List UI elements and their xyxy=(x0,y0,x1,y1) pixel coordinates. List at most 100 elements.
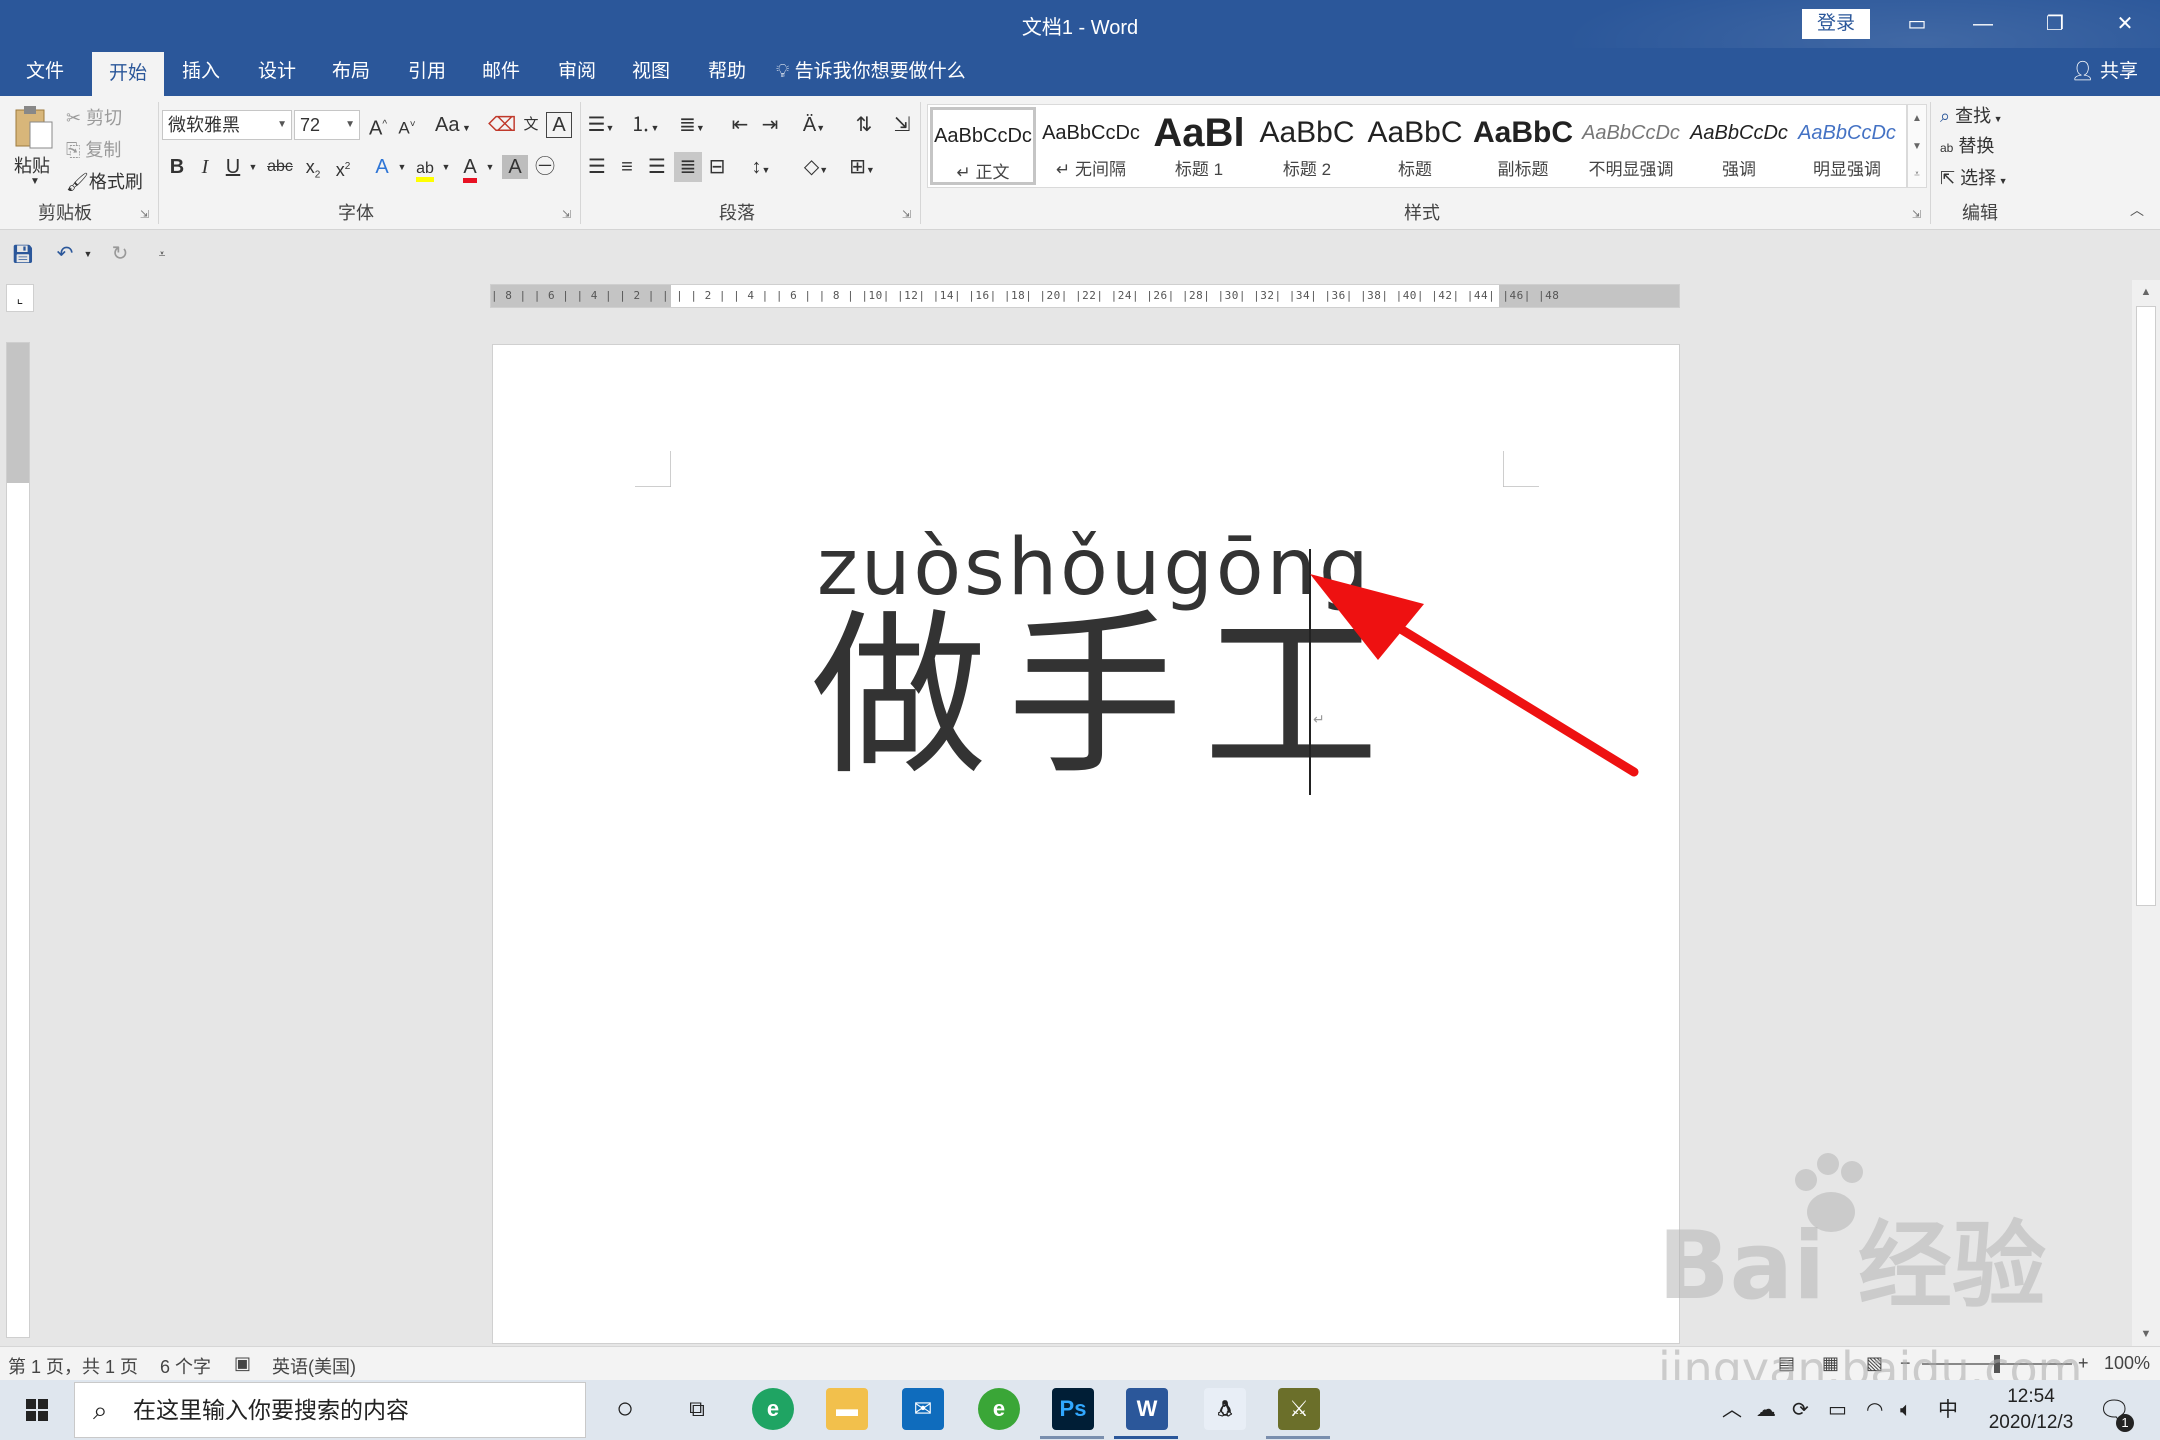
character-border-icon[interactable]: A xyxy=(546,112,572,138)
align-right-icon[interactable]: ☰ xyxy=(644,152,670,182)
numbering-icon[interactable]: ⒈▼ xyxy=(628,110,662,140)
line-spacing-icon[interactable]: ↕▼ xyxy=(742,152,780,182)
paragraph-launcher-icon[interactable]: ⇲ xyxy=(902,208,911,221)
subscript-icon[interactable]: x2 xyxy=(300,152,326,182)
tab-insert[interactable]: 插入 xyxy=(168,48,234,96)
show-formatting-marks-icon[interactable]: ⇲ xyxy=(888,110,916,140)
shading-icon[interactable]: ◇▼ xyxy=(796,152,836,182)
character-shading-icon[interactable]: A xyxy=(502,155,528,179)
onedrive-icon[interactable]: ☁ xyxy=(1756,1380,1776,1440)
wifi-icon[interactable]: ◠ xyxy=(1866,1380,1883,1440)
text-effects-icon[interactable]: A xyxy=(368,152,396,182)
increase-indent-icon[interactable]: ⇥ xyxy=(756,110,784,140)
bold-icon[interactable]: B xyxy=(166,152,188,182)
ie-browser-icon[interactable]: e xyxy=(978,1388,1020,1430)
scroll-up-icon[interactable]: ▲ xyxy=(2132,280,2160,304)
bullets-icon[interactable]: ☰▼ xyxy=(584,110,618,140)
battery-icon[interactable]: ▭ xyxy=(1828,1380,1847,1440)
clipboard-launcher-icon[interactable]: ⇲ xyxy=(140,208,149,221)
paste-dropdown-icon[interactable]: ▼ xyxy=(30,176,40,187)
font-color-icon[interactable]: A xyxy=(456,152,484,183)
style-subtitle[interactable]: AaBbC 副标题 xyxy=(1470,107,1576,185)
scrollbar-thumb[interactable] xyxy=(2136,306,2156,906)
highlight-dropdown-icon[interactable]: ▼ xyxy=(440,152,452,182)
tab-references[interactable]: 引用 xyxy=(394,48,460,96)
word-icon[interactable]: W xyxy=(1126,1388,1168,1430)
system-clock[interactable]: 12:54 2020/12/3 xyxy=(1966,1384,2096,1436)
align-left-icon[interactable]: ☰ xyxy=(584,152,610,182)
more-styles-icon[interactable]: ⩡ xyxy=(1908,161,1926,189)
windows-start-icon[interactable] xyxy=(12,1388,62,1432)
tell-me-box[interactable]: 💡︎ 告诉我你想要做什么 xyxy=(776,48,966,96)
borders-icon[interactable]: ⊞▼ xyxy=(842,152,882,182)
underline-icon[interactable]: U xyxy=(222,152,244,182)
taskbar-search-box[interactable]: ⌕ 在这里输入你要搜索的内容 xyxy=(74,1382,586,1438)
page-count[interactable]: 第 1 页，共 1 页 xyxy=(8,1353,138,1379)
style-subtle-emphasis[interactable]: AaBbCcDc 不明显强调 xyxy=(1578,107,1684,185)
qq-icon[interactable]: 🐧︎ xyxy=(1204,1388,1246,1430)
undo-dropdown-icon[interactable]: ▼ xyxy=(82,239,94,269)
find-button[interactable]: ⌕ 查找 ▼ xyxy=(1940,102,2003,128)
select-button[interactable]: ⇱ 选择 ▼ xyxy=(1940,164,2008,190)
redo-icon[interactable]: ↻ xyxy=(106,239,134,269)
copy-button[interactable]: ⎘ 复制 xyxy=(66,136,121,162)
grow-font-icon[interactable]: A^ xyxy=(364,110,392,140)
customize-qat-icon[interactable]: ⩡ xyxy=(152,239,172,269)
style-normal[interactable]: AaBbCcDc ↵ 正文 xyxy=(930,107,1036,185)
superscript-icon[interactable]: x2 xyxy=(330,152,356,182)
tab-file[interactable]: 文件 xyxy=(12,48,78,96)
style-intense-emphasis[interactable]: AaBbCcDc 明显强调 xyxy=(1794,107,1900,185)
align-center-icon[interactable]: ≡ xyxy=(614,152,640,182)
style-title[interactable]: AaBbC 标题 xyxy=(1362,107,1468,185)
word-count[interactable]: 6 个字 xyxy=(160,1353,211,1379)
font-color-dropdown-icon[interactable]: ▼ xyxy=(484,152,496,182)
distributed-icon[interactable]: ⊟ xyxy=(704,152,730,182)
style-heading-2[interactable]: AaBbC 标题 2 xyxy=(1254,107,1360,185)
style-heading-1[interactable]: AaBl 标题 1 xyxy=(1146,107,1252,185)
change-case-button[interactable]: Aa ▼ xyxy=(432,110,474,140)
vertical-scrollbar[interactable]: ▲ ▼ xyxy=(2132,280,2160,1346)
scroll-down-icon[interactable]: ▼ xyxy=(1908,133,1926,161)
italic-icon[interactable]: I xyxy=(194,152,216,182)
minimize-icon[interactable]: — xyxy=(1950,0,2016,48)
cut-button[interactable]: ✂ 剪切 xyxy=(66,104,122,130)
tab-review[interactable]: 审阅 xyxy=(544,48,610,96)
scroll-up-icon[interactable]: ▲ xyxy=(1908,105,1926,133)
replace-button[interactable]: ab 替换 xyxy=(1940,132,1994,158)
task-view-icon[interactable]: ⧉ xyxy=(676,1388,718,1430)
vertical-ruler[interactable] xyxy=(6,342,30,1338)
styles-launcher-icon[interactable]: ⇲ xyxy=(1912,208,1921,221)
document-page[interactable]: zuòshǒugōng 做手工 ↵ xyxy=(492,344,1680,1344)
language-indicator[interactable]: 英语(美国) xyxy=(272,1353,356,1379)
highlight-icon[interactable]: ab xyxy=(410,152,440,182)
underline-dropdown-icon[interactable]: ▼ xyxy=(246,152,260,182)
decrease-indent-icon[interactable]: ⇤ xyxy=(726,110,754,140)
file-explorer-icon[interactable]: ▬ xyxy=(826,1388,868,1430)
ribbon-display-options-icon[interactable]: ▭ xyxy=(1884,0,1950,48)
mail-icon[interactable]: ✉ xyxy=(902,1388,944,1430)
undo-icon[interactable]: ↶ xyxy=(50,239,80,269)
scroll-down-icon[interactable]: ▼ xyxy=(2132,1322,2160,1346)
login-button[interactable]: 登录 xyxy=(1802,9,1870,39)
share-button[interactable]: 👤︎ 共享 xyxy=(2071,48,2138,96)
strikethrough-icon[interactable]: abc xyxy=(264,152,296,182)
sync-icon[interactable]: ⟳ xyxy=(1792,1380,1809,1440)
horizontal-ruler[interactable]: | 8 | | 6 | | 4 | | 2 | | | | 2 | | 4 | … xyxy=(490,284,1680,308)
tab-mailings[interactable]: 邮件 xyxy=(468,48,534,96)
tab-view[interactable]: 视图 xyxy=(618,48,684,96)
enclose-characters-icon[interactable]: ㊀ xyxy=(532,152,558,182)
game-app-icon[interactable]: ⚔ xyxy=(1278,1388,1320,1430)
input-method-indicator[interactable]: 中 xyxy=(1938,1380,1958,1440)
tab-design[interactable]: 设计 xyxy=(244,48,310,96)
format-painter-button[interactable]: 🖌︎格式刷 xyxy=(66,168,143,194)
cortana-icon[interactable]: ○ xyxy=(604,1388,646,1430)
font-size-combo[interactable]: 72 ▼ xyxy=(294,110,360,140)
save-icon[interactable]: 💾︎ xyxy=(10,239,36,269)
collapse-ribbon-icon[interactable]: ︿ xyxy=(2130,200,2144,220)
multilevel-list-icon[interactable]: ≣▼ xyxy=(672,110,712,140)
phonetic-guide-icon[interactable]: 文 xyxy=(518,110,544,140)
font-launcher-icon[interactable]: ⇲ xyxy=(562,208,571,221)
chinese-layout-icon[interactable]: Ä▼ xyxy=(794,110,834,140)
style-no-spacing[interactable]: AaBbCcDc ↵ 无间隔 xyxy=(1038,107,1144,185)
photoshop-icon[interactable]: Ps xyxy=(1052,1388,1094,1430)
